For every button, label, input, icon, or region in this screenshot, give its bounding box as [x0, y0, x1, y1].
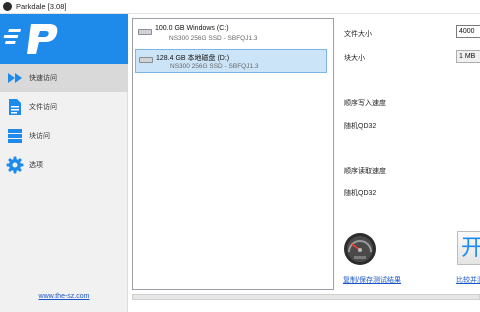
document-icon: [4, 96, 26, 118]
drive-model: NS300 256G SSD - SBFQJ1.3: [169, 35, 258, 42]
drive-name: 128.4 GB 本地磁盘 (D:): [156, 55, 230, 62]
drive-item-d[interactable]: 128.4 GB 本地磁盘 (D:) NS300 256G SSD - SBFQ…: [135, 49, 327, 73]
sidebar-item-label: 快速访问: [29, 75, 57, 82]
sidebar-item-label: 选项: [29, 162, 43, 169]
sidebar-item-file-access[interactable]: 文件访问: [0, 93, 128, 121]
drive-name: 100.0 GB Windows (C:): [155, 25, 229, 32]
progress-bar: [132, 294, 480, 300]
seq-write-label: 顺序写入速度: [344, 100, 386, 107]
gear-icon: [4, 154, 26, 176]
block-size-select[interactable]: 1 MB: [456, 50, 480, 63]
blocks-icon: [4, 125, 26, 147]
file-size-label: 文件大小: [344, 31, 372, 38]
compare-link[interactable]: 比较并测: [456, 275, 480, 285]
sidebar-item-label: 块访问: [29, 133, 50, 140]
app-icon: [3, 2, 12, 11]
sidebar-item-label: 文件访问: [29, 104, 57, 111]
rand-read-label: 随机QD32: [344, 190, 377, 197]
title-bar: Parkdale [3.08]: [0, 0, 480, 14]
play-arrows-icon: [4, 67, 26, 89]
start-button[interactable]: 开: [457, 231, 480, 265]
website-link[interactable]: www.the-sz.com: [0, 293, 128, 300]
drive-model: NS300 256G SSD - SBFQJ1.3: [170, 63, 259, 70]
speedometer-icon: [343, 232, 377, 266]
rand-write-label: 随机QD32: [344, 123, 377, 130]
block-size-label: 块大小: [344, 55, 365, 62]
copy-results-link[interactable]: 复制/保存测试结果: [343, 275, 401, 285]
drive-item-c[interactable]: 100.0 GB Windows (C:) NS300 256G SSD - S…: [135, 22, 327, 46]
sidebar-item-quick-access[interactable]: 快速访问: [0, 64, 128, 92]
drive-icon: [139, 57, 153, 63]
sidebar-item-options[interactable]: 选项: [0, 151, 128, 179]
sidebar-item-block-access[interactable]: 块访问: [0, 122, 128, 150]
sidebar: 快速访问 文件访问 块访问 选项 www.the-sz.com: [0, 14, 128, 312]
seq-read-label: 顺序读取速度: [344, 168, 386, 175]
window-title: Parkdale [3.08]: [16, 2, 67, 11]
drive-icon: [138, 29, 152, 35]
file-size-input[interactable]: 4000: [456, 25, 480, 38]
parkdale-logo: [0, 14, 128, 64]
drive-list[interactable]: 100.0 GB Windows (C:) NS300 256G SSD - S…: [132, 18, 334, 290]
